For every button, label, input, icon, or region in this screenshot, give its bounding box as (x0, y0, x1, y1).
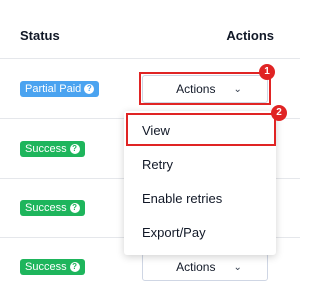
status-label: Success (25, 143, 67, 155)
status-badge-success: Success ? (20, 141, 85, 157)
status-badge-success: Success ? (20, 200, 85, 216)
question-circle-icon: ? (69, 144, 80, 154)
status-label: Success (25, 202, 67, 214)
question-circle-icon: ? (69, 262, 80, 272)
menu-item-export-pay[interactable]: Export/Pay (130, 216, 270, 250)
question-circle-icon: ? (69, 203, 80, 213)
chevron-down-icon: ⌄ (233, 261, 242, 273)
status-badge-success: Success ? (20, 259, 85, 275)
actions-button[interactable]: Actions ⌄ (142, 253, 268, 281)
actions-column-header: Actions (226, 28, 274, 43)
actions-button-highlight (139, 72, 271, 105)
status-badge-partial-paid: Partial Paid ? (20, 81, 100, 97)
step-marker-2: 2 (271, 105, 287, 121)
step-marker-1: 1 (259, 64, 275, 80)
status-label: Success (25, 261, 67, 273)
menu-item-enable-retries[interactable]: Enable retries (130, 182, 270, 216)
menu-item-retry[interactable]: Retry (130, 148, 270, 182)
header-divider (0, 58, 300, 59)
status-label: Partial Paid (25, 83, 82, 95)
view-item-highlight (126, 113, 276, 146)
question-circle-icon: ? (84, 84, 95, 94)
status-column-header: Status (20, 28, 60, 43)
actions-button-label: Actions (176, 260, 216, 274)
